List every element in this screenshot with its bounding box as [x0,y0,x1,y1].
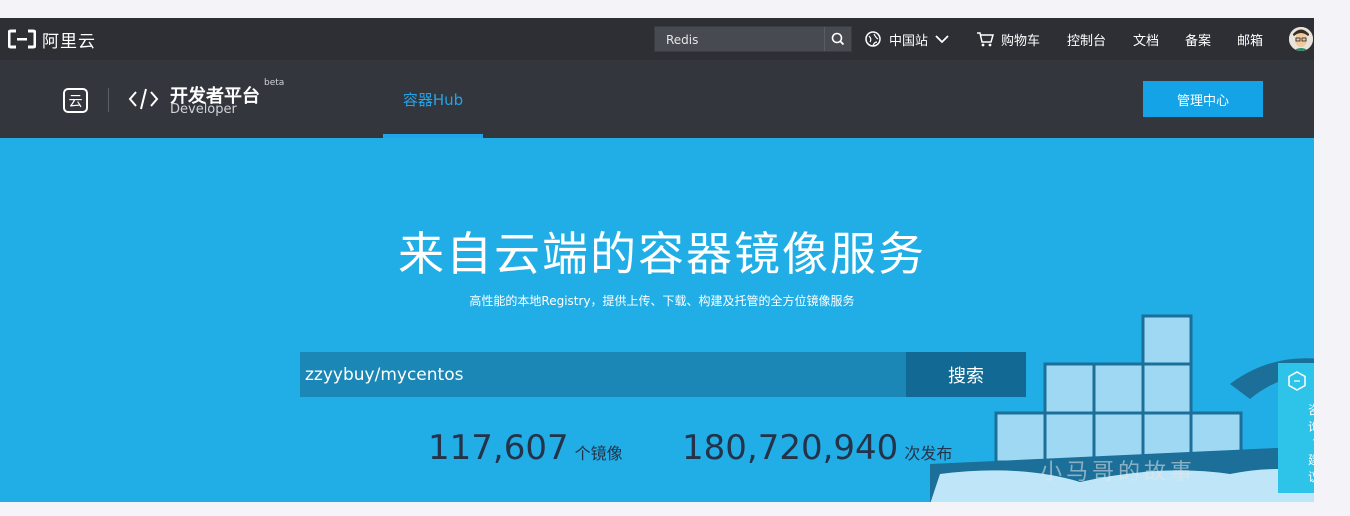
tab-container-hub[interactable]: 容器Hub [383,60,483,138]
top-nav-bar: 阿里云 中国站 [0,18,1314,60]
image-count-value: 117,607 [428,428,569,468]
chevron-down-icon [935,35,949,44]
developer-header: 云 开发者平台 Developer beta 容器Hub 管理中心 [0,60,1314,138]
filing-label: 备案 [1185,33,1212,49]
image-count-stat: 117,607 个镜像 [428,428,623,468]
docs-link[interactable]: 文档 [1133,18,1159,60]
feedback-widget[interactable]: 咨 询 · 建 议 [1278,363,1314,493]
mail-label: 邮箱 [1237,33,1264,49]
browser-viewport: 阿里云 中国站 [0,18,1314,502]
image-search-box [300,352,906,397]
avatar-image [1289,27,1313,51]
aliyun-logo-icon [8,29,36,49]
user-avatar[interactable] [1289,27,1313,51]
feedback-dot: · [1296,433,1314,447]
hero-title: 来自云端的容器镜像服务 [398,227,926,281]
cloud-logo-icon[interactable]: 云 [63,88,88,113]
feedback-char-1: 咨 [1307,403,1314,417]
code-icon [128,88,159,110]
platform-subtitle: Developer [170,102,237,117]
management-center-button[interactable]: 管理中心 [1143,81,1263,117]
image-count-unit: 个镜像 [574,444,623,463]
region-selector[interactable]: 中国站 [864,18,950,60]
publish-count-value: 180,720,940 [682,428,899,468]
cart-label: 购物车 [1001,33,1041,49]
top-search-box [654,26,852,53]
svg-text:云: 云 [69,94,83,110]
publish-count-stat: 180,720,940 次发布 [682,428,952,468]
brand-name: 阿里云 [42,31,96,52]
mail-link[interactable]: 邮箱 [1237,18,1263,60]
console-link[interactable]: 控制台 [1067,18,1106,60]
hero-subtitle: 高性能的本地Registry，提供上传、下载、构建及托管的全方位镜像服务 [469,294,855,308]
active-tab-indicator [383,134,483,138]
console-label: 控制台 [1067,33,1107,49]
aliyun-logo[interactable]: 阿里云 [8,29,96,52]
feedback-char-3: 建 [1307,453,1314,467]
top-search-input[interactable] [655,27,838,53]
docs-label: 文档 [1133,33,1160,49]
image-search-input[interactable] [300,352,906,397]
top-search-button[interactable] [824,27,851,51]
header-divider [108,88,109,112]
watermark: 小马哥的故事 [1040,460,1197,485]
filing-link[interactable]: 备案 [1185,18,1211,60]
search-icon [831,32,845,46]
feedback-char-4: 议 [1307,470,1314,484]
beta-badge: beta [264,78,285,88]
hexagon-chat-icon [1288,371,1306,391]
region-label: 中国站 [889,33,929,49]
globe-icon [865,31,881,47]
cart-icon [977,32,994,47]
cart-link[interactable]: 购物车 [976,18,1040,60]
